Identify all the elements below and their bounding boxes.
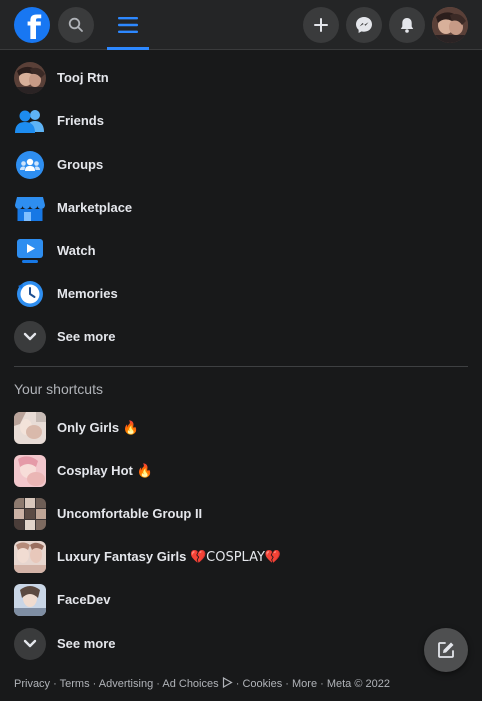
compose-edit-icon	[438, 642, 454, 658]
avatar-photo	[432, 7, 468, 43]
nav-item-label: Groups	[57, 157, 104, 172]
nav-item-label: Friends	[57, 113, 104, 128]
nav-item-profile[interactable]: Tooj Rtn	[0, 56, 482, 99]
nav-item-label: Tooj Rtn	[57, 70, 109, 85]
footer-copyright: Meta © 2022	[326, 678, 390, 690]
search-icon	[68, 17, 83, 32]
footer-link-ad-choices[interactable]: Ad Choices	[162, 678, 218, 690]
plus-icon	[314, 18, 328, 32]
footer-link-advertising[interactable]: Advertising	[99, 678, 153, 690]
shortcut-suffix: 🔥	[136, 463, 153, 479]
chevron-down-icon	[14, 627, 46, 660]
footer-separator: ·	[89, 678, 99, 690]
ad-choices-icon	[222, 676, 233, 689]
footer-separator: ·	[317, 678, 327, 690]
shortcut-name: Only Girls	[57, 419, 120, 435]
chevron-down-icon	[14, 320, 46, 353]
create-button[interactable]	[303, 7, 339, 43]
footer-separator: ·	[232, 678, 243, 690]
memories-icon	[14, 278, 46, 310]
group-thumbnail	[14, 583, 46, 616]
shortcut-item[interactable]: FaceDev	[0, 578, 482, 621]
shortcut-label: Cosplay Hot 🔥	[57, 463, 153, 479]
shortcut-label: Uncomfortable Group II	[57, 506, 202, 521]
nav-item-label: Marketplace	[57, 200, 133, 215]
messenger-button[interactable]	[346, 7, 382, 43]
shortcut-label: Luxury Fantasy Girls 💔COSPLAY💔	[57, 549, 281, 565]
shortcut-label: FaceDev	[57, 592, 110, 607]
footer-link-cookies[interactable]: Cookies	[242, 678, 282, 690]
hamburger-menu-icon	[118, 17, 138, 33]
top-navigation-bar: f	[0, 0, 482, 50]
profile-avatar	[14, 61, 46, 94]
watch-icon	[14, 235, 46, 267]
menu-tab[interactable]	[107, 0, 149, 50]
group-thumbnail	[14, 497, 46, 530]
shortcut-name: Cosplay Hot	[57, 462, 133, 478]
groups-icon	[14, 149, 46, 181]
account-avatar[interactable]	[432, 7, 468, 43]
nav-item-label: Watch	[57, 243, 96, 258]
nav-item-marketplace[interactable]: Marketplace	[0, 186, 482, 229]
footer-link-more[interactable]: More	[292, 678, 317, 690]
shortcut-name: Uncomfortable Group II	[57, 506, 203, 521]
bell-icon	[400, 18, 414, 33]
shortcut-suffix: 💔COSPLAY💔	[189, 549, 282, 565]
footer-separator: ·	[153, 678, 163, 690]
nav-item-memories[interactable]: Memories	[0, 272, 482, 315]
facebook-logo-icon[interactable]: f	[14, 7, 50, 43]
see-more-label: See more	[57, 329, 116, 344]
footer-separator: ·	[282, 678, 292, 690]
group-thumbnail	[14, 411, 46, 444]
see-more-label: See more	[57, 636, 116, 651]
search-button[interactable]	[58, 7, 94, 43]
compose-button[interactable]	[424, 628, 468, 672]
see-more-icon-wrap	[14, 320, 46, 353]
shortcuts-see-more-button[interactable]: See more	[0, 622, 482, 665]
nav-item-label: Memories	[57, 286, 118, 301]
shortcut-item[interactable]: Uncomfortable Group II	[0, 492, 482, 535]
shortcut-item[interactable]: Luxury Fantasy Girls 💔COSPLAY💔	[0, 535, 482, 578]
notifications-button[interactable]	[389, 7, 425, 43]
shortcut-item[interactable]: Only Girls 🔥	[0, 406, 482, 449]
footer-link-privacy[interactable]: Privacy	[14, 678, 50, 690]
shortcut-suffix: 🔥	[122, 420, 139, 436]
footer-separator: ·	[50, 678, 60, 690]
nav-item-watch[interactable]: Watch	[0, 229, 482, 272]
footer-links: Privacy · Terms · Advertising · Ad Choic…	[14, 676, 390, 690]
shortcut-item[interactable]: Cosplay Hot 🔥	[0, 449, 482, 492]
see-more-button[interactable]: See more	[0, 315, 482, 358]
shortcut-label: Only Girls 🔥	[57, 420, 139, 436]
active-tab-indicator	[107, 47, 149, 50]
nav-item-groups[interactable]: Groups	[0, 143, 482, 186]
marketplace-icon	[14, 192, 46, 224]
messenger-icon	[356, 17, 372, 33]
see-more-icon-wrap	[14, 627, 46, 660]
shortcut-name: FaceDev	[57, 592, 111, 607]
nav-item-friends[interactable]: Friends	[0, 99, 482, 142]
group-thumbnail	[14, 454, 46, 487]
shortcuts-title: Your shortcuts	[14, 381, 103, 397]
shortcut-name: Luxury Fantasy Girls	[57, 548, 187, 564]
section-divider	[14, 366, 468, 367]
facebook-logo-glyph: f	[27, 9, 41, 43]
friends-icon	[14, 105, 46, 137]
group-thumbnail	[14, 540, 46, 573]
footer-link-terms[interactable]: Terms	[60, 678, 90, 690]
